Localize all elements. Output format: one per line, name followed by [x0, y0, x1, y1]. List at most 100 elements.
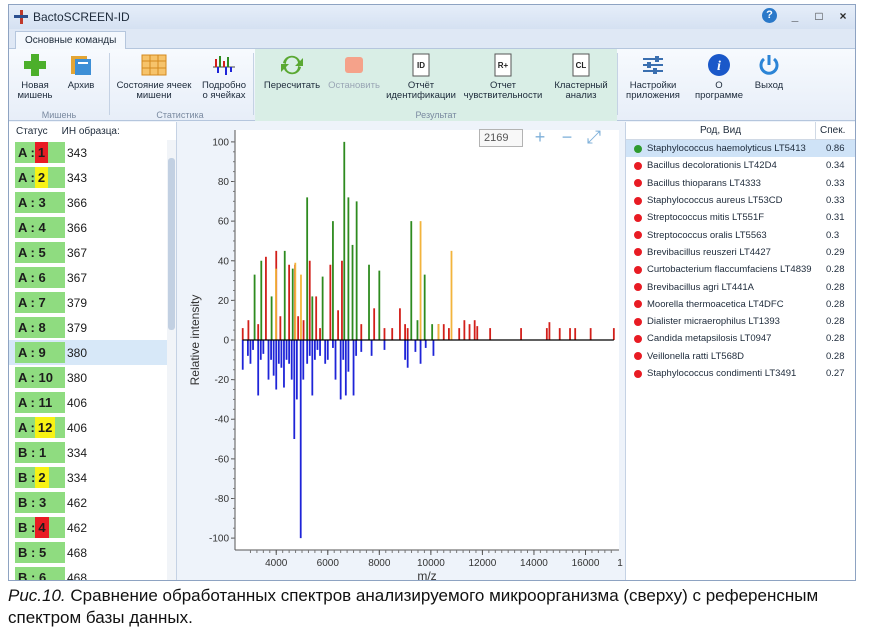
close-button[interactable]: × — [837, 9, 849, 23]
match-score: 0.28 — [826, 264, 845, 276]
info-icon-text: i — [717, 59, 721, 74]
details-label: Подробно о ячейках — [202, 80, 246, 101]
tab-main-commands[interactable]: Основные команды — [15, 31, 127, 50]
y-tick-label: 100 — [212, 137, 229, 148]
status-badge: B : 3 — [15, 492, 65, 513]
score-column-header[interactable]: Спек. — [816, 122, 855, 139]
match-status-dot-icon — [634, 300, 642, 309]
id-report-label: Отчёт идентификации — [386, 80, 456, 101]
match-score: 0.28 — [826, 333, 845, 345]
match-score: 0.28 — [826, 281, 845, 293]
result-row[interactable]: Staphylococcus aureus LT53CD 0.33 — [626, 192, 855, 209]
minimize-button[interactable]: _ — [789, 9, 801, 23]
exit-button[interactable]: Выход — [751, 53, 787, 91]
organism-name: Candida metapsilosis LT0947 — [647, 333, 772, 345]
sensitivity-report-button[interactable]: R+ Отчет чувствительности — [461, 53, 545, 101]
result-row[interactable]: Dialister micraerophilus LT1393 0.28 — [626, 313, 855, 330]
sample-row[interactable]: B : 2 334 — [9, 465, 176, 490]
settings-button[interactable]: Настройки приложения — [621, 53, 685, 101]
result-row[interactable]: Moorella thermoacetica LT4DFC 0.28 — [626, 296, 855, 313]
sample-row[interactable]: B : 1 334 — [9, 440, 176, 465]
recalculate-button[interactable]: Пересчитать — [259, 53, 325, 91]
zoom-value-field[interactable]: 2169 — [479, 129, 523, 147]
organism-name: Dialister micraerophilus LT1393 — [647, 316, 780, 328]
sample-row[interactable]: A : 10 380 — [9, 365, 176, 390]
result-row[interactable]: Staphylococcus condimenti LT3491 0.27 — [626, 365, 855, 382]
scrollbar-thumb[interactable] — [168, 158, 175, 330]
genus-species-column-header[interactable]: Род, Вид — [626, 122, 816, 139]
refresh-icon — [279, 53, 305, 77]
cell-position: A : 6 — [18, 270, 46, 285]
result-row[interactable]: Bacillus decolorationis LT42D4 0.34 — [626, 157, 855, 174]
ribbon-tabs: Основные команды — [9, 29, 855, 50]
zoom-out-icon[interactable]: − — [557, 128, 577, 148]
sample-row[interactable]: A : 4 366 — [9, 215, 176, 240]
archive-button[interactable]: Архив — [61, 53, 101, 91]
status-mark: 2 — [34, 167, 49, 188]
sample-row[interactable]: A : 2 343 — [9, 165, 176, 190]
id-report-icon-text: ID — [417, 61, 425, 70]
maximize-button[interactable]: □ — [813, 9, 825, 23]
id-report-button[interactable]: ID Отчёт идентификации — [383, 53, 459, 101]
sample-id: 366 — [67, 195, 88, 210]
identification-results-panel: Род, Вид Спек. Staphylococcus haemolytic… — [625, 122, 855, 580]
spectrum-chart[interactable]: 100 80 60 40 20 0 -20 -40 -60 -80 -100 4000 6000 8000… — [179, 122, 623, 581]
cell-position: A : 9 — [18, 345, 46, 360]
cluster-report-icon-text: CL — [576, 61, 587, 70]
stop-button[interactable]: Остановить — [327, 53, 381, 91]
stop-label: Остановить — [328, 80, 380, 91]
sample-row[interactable]: A : 9 380 — [9, 340, 176, 365]
y-axis-label: Relative intensity — [188, 295, 202, 386]
cluster-report-icon: CL — [568, 53, 594, 77]
sample-id: 468 — [67, 545, 88, 560]
organism-name: Veillonella ratti LT568D — [647, 350, 744, 362]
cells-state-button[interactable]: Состояние ячеек мишени — [112, 53, 196, 101]
sample-row[interactable]: A : 1 343 — [9, 140, 176, 165]
sample-row[interactable]: B : 6 468 — [9, 565, 176, 580]
sample-row[interactable]: A : 5 367 — [9, 240, 176, 265]
result-row[interactable]: Brevibacillus agri LT441A 0.28 — [626, 278, 855, 295]
cluster-analysis-button[interactable]: CL Кластерный анализ — [549, 53, 613, 101]
sample-row[interactable]: A : 6 367 — [9, 265, 176, 290]
sample-row[interactable]: A : 7 379 — [9, 290, 176, 315]
x-axis-label: m/z — [417, 569, 436, 581]
result-row[interactable]: Candida metapsilosis LT0947 0.28 — [626, 330, 855, 347]
ribbon-group-app: Настройки приложения i О программе Выход — [619, 49, 819, 121]
status-badge: A : 5 — [15, 242, 65, 263]
y-tick-label: -20 — [215, 375, 230, 386]
result-row[interactable]: Curtobacterium flaccumfaciens LT4839 0.28 — [626, 261, 855, 278]
sample-row[interactable]: A : 8 379 — [9, 315, 176, 340]
sample-row[interactable]: A : 11 406 — [9, 390, 176, 415]
about-button[interactable]: i О программе — [691, 53, 747, 101]
samples-scrollbar[interactable] — [167, 140, 176, 580]
organism-name: Staphylococcus haemolyticus LT5413 — [647, 143, 806, 155]
cell-position: A : — [18, 170, 35, 185]
match-score: 0.28 — [826, 316, 845, 328]
sample-row[interactable]: B : 3 462 — [9, 490, 176, 515]
zoom-in-icon[interactable]: + — [530, 128, 550, 148]
match-score: 0.3 — [826, 229, 840, 241]
details-button[interactable]: Подробно о ячейках — [200, 53, 248, 101]
status-badge: A : 12 — [15, 417, 65, 438]
y-tick-label: -40 — [215, 415, 230, 426]
result-row[interactable]: Bacillus thioparans LT4333 0.33 — [626, 175, 855, 192]
organism-name: Staphylococcus aureus LT53CD — [647, 195, 783, 207]
result-row[interactable]: Staphylococcus haemolyticus LT5413 0.86 — [626, 140, 855, 158]
cluster-analysis-label: Кластерный анализ — [554, 80, 608, 101]
sensitivity-report-icon: R+ — [490, 53, 516, 77]
result-row[interactable]: Veillonella ratti LT568D 0.28 — [626, 348, 855, 365]
new-target-button[interactable]: Новая мишень — [15, 53, 55, 101]
help-icon[interactable]: ? — [762, 8, 777, 23]
result-row[interactable]: Streptococcus oralis LT5563 0.3 — [626, 226, 855, 243]
sample-row[interactable]: B : 5 468 — [9, 540, 176, 565]
sample-id: 462 — [67, 495, 88, 510]
sample-row[interactable]: B : 4 462 — [9, 515, 176, 540]
status-badge: B : 5 — [15, 542, 65, 563]
result-row[interactable]: Brevibacillus reuszeri LT4427 0.29 — [626, 244, 855, 261]
fit-to-window-icon[interactable]: ⤢ — [584, 128, 604, 148]
sample-row[interactable]: A : 3 366 — [9, 190, 176, 215]
match-status-dot-icon — [634, 196, 642, 205]
status-mark: 2 — [35, 467, 49, 488]
result-row[interactable]: Streptococcus mitis LT551F 0.31 — [626, 209, 855, 226]
sample-row[interactable]: A : 12 406 — [9, 415, 176, 440]
